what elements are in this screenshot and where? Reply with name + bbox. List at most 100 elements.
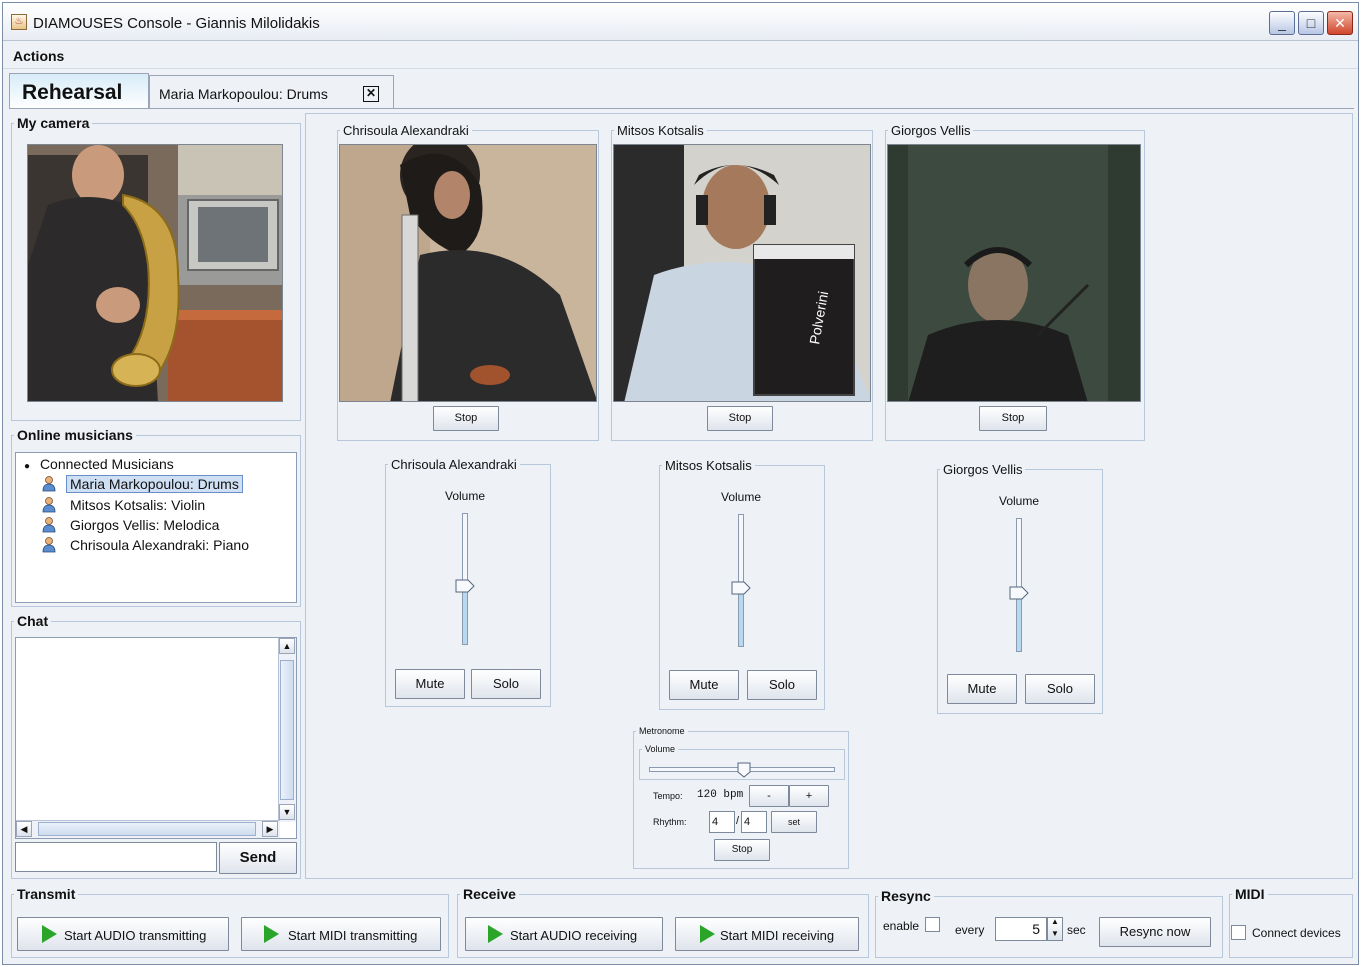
scroll-down-icon[interactable]: ▼ xyxy=(279,804,295,820)
volume-slider-thumb[interactable] xyxy=(731,581,751,595)
title-bar: ♨ DIAMOUSES Console - Giannis Milolidaki… xyxy=(3,3,1358,41)
vertical-scroll-thumb[interactable] xyxy=(280,660,294,800)
volume-slider-thumb[interactable] xyxy=(455,579,475,593)
maximize-button[interactable]: □ xyxy=(1298,11,1324,35)
chat-vertical-scrollbar[interactable]: ▲ ▼ xyxy=(278,638,296,822)
spinner-up-icon[interactable]: ▲ xyxy=(1051,917,1059,926)
close-button[interactable]: ✕ xyxy=(1327,11,1353,35)
stop-video-button[interactable]: Stop xyxy=(707,406,773,431)
video-name-label: Mitsos Kotsalis xyxy=(617,123,704,138)
spinner-down-icon[interactable]: ▼ xyxy=(1051,929,1059,938)
stop-video-button[interactable]: Stop xyxy=(979,406,1047,431)
metronome-volume-thumb[interactable] xyxy=(737,762,751,778)
person-icon xyxy=(42,517,56,533)
tempo-decrease-button[interactable]: - xyxy=(749,785,789,807)
clarinetist-image xyxy=(340,145,596,401)
horizontal-scroll-thumb[interactable] xyxy=(38,822,256,836)
rhythm-label: Rhythm: xyxy=(653,817,687,827)
start-audio-receive-label: Start AUDIO receiving xyxy=(510,928,638,943)
app-window: ♨ DIAMOUSES Console - Giannis Milolidaki… xyxy=(2,2,1359,965)
musicians-tree: ● Connected Musicians Maria Markopoulou:… xyxy=(15,452,297,603)
tab-maria-drums-label: Maria Markopoulou: Drums xyxy=(159,86,328,102)
tree-item-label: Mitsos Kotsalis: Violin xyxy=(70,497,206,513)
my-camera-label: My camera xyxy=(17,115,90,131)
play-icon xyxy=(700,925,715,943)
video-mitsos: Polverini xyxy=(613,144,871,402)
mixer-name-label: Giorgos Vellis xyxy=(943,462,1023,477)
resync-now-button[interactable]: Resync now xyxy=(1099,917,1211,947)
connect-devices-checkbox[interactable] xyxy=(1231,925,1246,940)
person-icon xyxy=(42,476,56,492)
transmit-label: Transmit xyxy=(17,886,76,902)
video-chrisoula xyxy=(339,144,597,402)
start-audio-transmit-button[interactable]: Start AUDIO transmitting xyxy=(17,917,229,951)
start-audio-transmit-label: Start AUDIO transmitting xyxy=(64,928,207,943)
tab-rehearsal[interactable]: Rehearsal xyxy=(9,73,149,109)
solo-button[interactable]: Solo xyxy=(471,669,541,699)
scroll-up-icon[interactable]: ▲ xyxy=(279,638,295,654)
mute-button[interactable]: Mute xyxy=(947,674,1017,704)
stop-video-button[interactable]: Stop xyxy=(433,406,499,431)
receive-label: Receive xyxy=(463,886,516,902)
mute-button[interactable]: Mute xyxy=(669,670,739,700)
online-musicians-label: Online musicians xyxy=(17,427,133,443)
rhythm-numerator-input[interactable]: 4 xyxy=(709,811,735,833)
mixer-name-label: Chrisoula Alexandraki xyxy=(391,457,517,472)
scroll-right-icon[interactable]: ▶ xyxy=(262,821,278,837)
start-midi-transmit-label: Start MIDI transmitting xyxy=(288,928,418,943)
my-camera-video xyxy=(27,144,283,402)
metronome-label: Metronome xyxy=(639,726,685,736)
accordionist-image: Polverini xyxy=(614,145,870,401)
rhythm-denominator-input[interactable]: 4 xyxy=(741,811,767,833)
window-title: DIAMOUSES Console - Giannis Milolidakis xyxy=(33,15,320,32)
tempo-increase-button[interactable]: + xyxy=(789,785,829,807)
chat-label: Chat xyxy=(17,613,49,629)
start-midi-receive-label: Start MIDI receiving xyxy=(720,928,835,943)
midi-label: MIDI xyxy=(1235,886,1265,902)
every-label: every xyxy=(955,923,985,937)
saxophonist-image xyxy=(28,145,282,401)
minimize-button[interactable]: _ xyxy=(1269,11,1295,35)
rhythm-separator: / xyxy=(736,815,740,827)
resync-interval-spinner[interactable]: ▲ ▼ xyxy=(1047,917,1063,941)
close-tab-icon[interactable]: ✕ xyxy=(363,86,379,102)
melodica-player-image xyxy=(888,145,1140,401)
bullet-icon: ● xyxy=(24,461,31,472)
chat-history[interactable]: ▲ ▼ ◀ ▶ xyxy=(15,637,297,839)
start-audio-receive-button[interactable]: Start AUDIO receiving xyxy=(465,917,663,951)
start-midi-transmit-button[interactable]: Start MIDI transmitting xyxy=(241,917,441,951)
solo-button[interactable]: Solo xyxy=(1025,674,1095,704)
solo-button[interactable]: Solo xyxy=(747,670,817,700)
person-icon xyxy=(42,497,56,513)
resync-enable-checkbox[interactable] xyxy=(925,917,940,932)
video-name-label: Chrisoula Alexandraki xyxy=(343,123,469,138)
video-giorgos xyxy=(887,144,1141,402)
mute-button[interactable]: Mute xyxy=(395,669,465,699)
resync-interval-input[interactable]: 5 xyxy=(995,917,1047,941)
play-icon xyxy=(42,925,57,943)
volume-slider-thumb[interactable] xyxy=(1009,586,1029,600)
volume-slider-fill xyxy=(1017,592,1021,651)
rhythm-set-button[interactable]: set xyxy=(771,811,817,833)
send-button[interactable]: Send xyxy=(219,842,297,874)
tree-root[interactable]: ● Connected Musicians xyxy=(24,456,174,472)
tab-maria-drums[interactable]: Maria Markopoulou: Drums ✕ xyxy=(149,75,394,109)
tree-item-label: Maria Markopoulou: Drums xyxy=(66,475,243,493)
play-icon xyxy=(488,925,503,943)
volume-slider[interactable] xyxy=(1016,518,1022,652)
metronome-stop-button[interactable]: Stop xyxy=(714,839,770,861)
person-icon xyxy=(42,537,56,553)
tempo-label: Tempo: xyxy=(653,791,683,801)
enable-label: enable xyxy=(883,919,920,933)
tree-item-label: Giorgos Vellis: Melodica xyxy=(70,517,220,533)
tab-content-border xyxy=(9,108,1354,109)
mixer-name-label: Mitsos Kotsalis xyxy=(665,458,752,473)
menu-actions[interactable]: Actions xyxy=(13,48,64,64)
chat-input[interactable] xyxy=(15,842,217,872)
scroll-left-icon[interactable]: ◀ xyxy=(16,821,32,837)
volume-slider-fill xyxy=(463,584,467,644)
chat-horizontal-scrollbar[interactable]: ◀ ▶ xyxy=(16,820,280,838)
play-icon xyxy=(264,925,279,943)
metronome-volume-label: Volume xyxy=(645,744,676,754)
start-midi-receive-button[interactable]: Start MIDI receiving xyxy=(675,917,859,951)
